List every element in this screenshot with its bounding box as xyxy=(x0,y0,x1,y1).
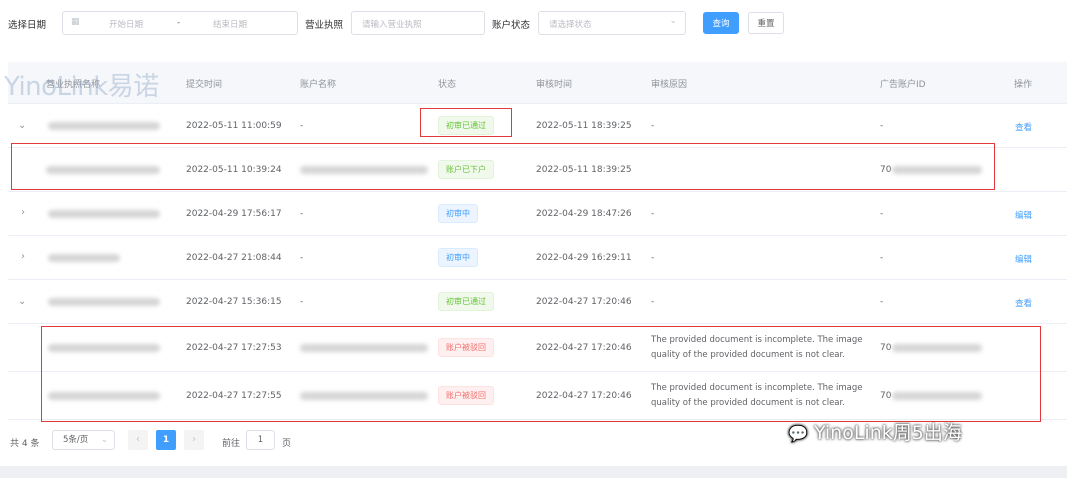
prev-page-button[interactable]: ‹ xyxy=(128,430,148,450)
sub-row-highlight-box xyxy=(11,143,995,190)
status-badge: 初审中 xyxy=(438,248,478,267)
status-highlight-box xyxy=(420,108,512,137)
view-link[interactable]: 查看 xyxy=(1015,121,1032,133)
chevron-down-icon: ⌄ xyxy=(100,435,108,445)
edit-link[interactable]: 编辑 xyxy=(1015,209,1032,221)
account-name: - xyxy=(300,253,304,263)
account-name: - xyxy=(300,209,304,219)
brand-watermark: YinoLink易诺 xyxy=(4,72,159,102)
review-reason: - xyxy=(651,209,655,219)
rejected-rows-highlight-box xyxy=(41,326,1041,422)
pagination: 共 4 条 5条/页 ⌄ ‹ 1 › 前往 1 页 xyxy=(0,428,760,454)
date-range-picker[interactable]: ▦ 开始日期 - 结束日期 xyxy=(62,11,298,35)
col-ad-account-id: 广告账户ID xyxy=(880,80,926,90)
footer-watermark: 💬 YinoLink周5出海 xyxy=(788,418,962,445)
chevron-down-icon: ⌄ xyxy=(669,16,677,26)
page-size-select[interactable]: 5条/页 ⌄ xyxy=(52,430,115,450)
submit-time: 2022-04-27 21:08:44 xyxy=(186,253,282,263)
status-label: 账户状态 xyxy=(492,20,531,31)
license-name-redacted xyxy=(48,122,160,130)
table-row: ⌄ 2022-05-11 11:00:59 - 初审已通过 2022-05-11… xyxy=(8,104,1067,148)
end-date-input[interactable]: 结束日期 xyxy=(213,18,247,30)
reset-button[interactable]: 重置 xyxy=(748,12,784,34)
chevron-down-icon[interactable]: ⌄ xyxy=(18,296,26,307)
calendar-icon: ▦ xyxy=(71,17,80,27)
license-name-redacted xyxy=(48,210,160,218)
status-badge: 初审已通过 xyxy=(438,292,494,311)
col-submit-time: 提交时间 xyxy=(186,80,223,90)
start-date-input[interactable]: 开始日期 xyxy=(109,18,143,30)
license-label: 营业执照 xyxy=(305,20,344,31)
col-review-reason: 审核原因 xyxy=(651,80,688,90)
goto-label: 前往 xyxy=(222,439,241,449)
status-select[interactable]: 请选择状态 ⌄ xyxy=(538,11,686,35)
col-review-time: 审核时间 xyxy=(536,80,573,90)
total-count: 共 4 条 xyxy=(10,439,40,449)
ad-account-id: - xyxy=(880,209,884,219)
bottom-bar xyxy=(0,466,1067,478)
page-size-value: 5条/页 xyxy=(63,435,89,445)
license-name-redacted xyxy=(48,298,160,306)
filter-bar: 选择日期 ▦ 开始日期 - 结束日期 营业执照 请输入营业执照 账户状态 请选择… xyxy=(0,0,1067,46)
table-header: 营业执照名称 提交时间 账户名称 状态 审核时间 审核原因 广告账户ID 操作 xyxy=(8,62,1067,104)
date-separator: - xyxy=(177,18,181,28)
license-name-redacted xyxy=(48,254,120,262)
status-badge: 初审中 xyxy=(438,204,478,223)
table-row: ⌄ 2022-04-27 15:36:15 - 初审已通过 2022-04-27… xyxy=(8,280,1067,324)
license-input[interactable]: 请输入营业执照 xyxy=(351,11,485,35)
ad-account-id: - xyxy=(880,121,884,131)
goto-input[interactable]: 1 xyxy=(246,430,275,450)
review-time: 2022-04-27 17:20:46 xyxy=(536,297,632,307)
chevron-right-icon[interactable]: › xyxy=(21,207,25,218)
account-name: - xyxy=(300,297,304,307)
review-time: 2022-05-11 18:39:25 xyxy=(536,121,632,131)
ad-account-id: - xyxy=(880,253,884,263)
review-reason: - xyxy=(651,297,655,307)
current-page[interactable]: 1 xyxy=(156,430,176,450)
submit-time: 2022-04-27 15:36:15 xyxy=(186,297,282,307)
col-account-name: 账户名称 xyxy=(300,80,337,90)
review-time: 2022-04-29 16:29:11 xyxy=(536,253,632,263)
chevron-right-icon[interactable]: › xyxy=(21,251,25,262)
view-link[interactable]: 查看 xyxy=(1015,297,1032,309)
account-name: - xyxy=(300,121,304,131)
chat-icon: 💬 xyxy=(788,424,808,443)
review-time: 2022-04-29 18:47:26 xyxy=(536,209,632,219)
license-placeholder: 请输入营业执照 xyxy=(362,20,422,30)
search-button[interactable]: 查询 xyxy=(703,12,739,34)
table-row: › 2022-04-29 17:56:17 - 初审中 2022-04-29 1… xyxy=(8,192,1067,236)
chevron-down-icon[interactable]: ⌄ xyxy=(18,120,26,131)
review-reason: - xyxy=(651,121,655,131)
submit-time: 2022-04-29 17:56:17 xyxy=(186,209,282,219)
next-page-button[interactable]: › xyxy=(184,430,204,450)
review-reason: - xyxy=(651,253,655,263)
ad-account-id: - xyxy=(880,297,884,307)
table-row: › 2022-04-27 21:08:44 - 初审中 2022-04-29 1… xyxy=(8,236,1067,280)
edit-link[interactable]: 编辑 xyxy=(1015,253,1032,265)
date-label: 选择日期 xyxy=(8,20,47,31)
page-unit: 页 xyxy=(282,439,292,449)
col-status: 状态 xyxy=(438,80,457,90)
col-actions: 操作 xyxy=(1014,80,1033,90)
footer-watermark-text: YinoLink周5出海 xyxy=(813,422,962,444)
submit-time: 2022-05-11 11:00:59 xyxy=(186,121,282,131)
status-placeholder: 请选择状态 xyxy=(549,20,592,30)
